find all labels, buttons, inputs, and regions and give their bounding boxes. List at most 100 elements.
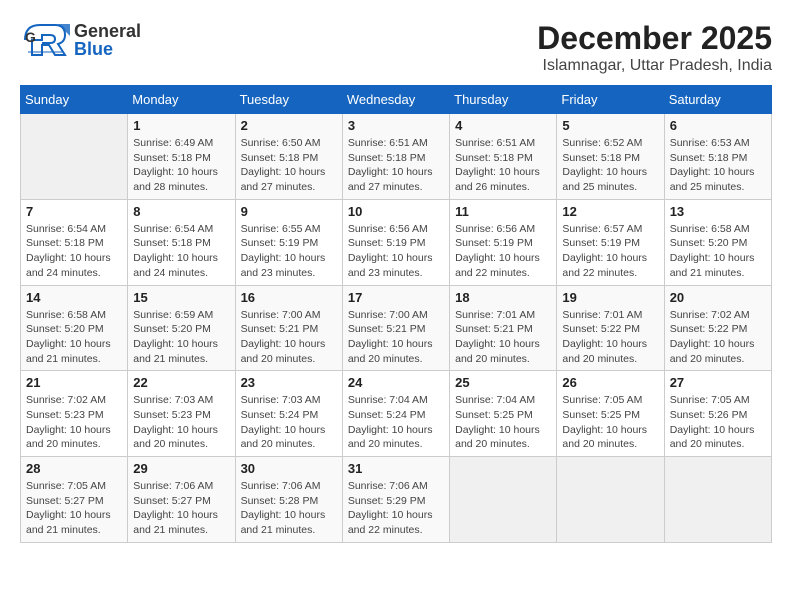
calendar-cell: 1 Sunrise: 6:49 AMSunset: 5:18 PMDaylight… xyxy=(128,114,235,200)
calendar-header: SundayMondayTuesdayWednesdayThursdayFrid… xyxy=(21,86,772,114)
day-number: 13 xyxy=(670,204,766,219)
week-row-5: 28Sunrise: 7:05 AMSunset: 5:27 PMDayligh… xyxy=(21,457,772,543)
calendar-cell: 28Sunrise: 7:05 AMSunset: 5:27 PMDayligh… xyxy=(21,457,128,543)
day-number: 15 xyxy=(133,290,229,305)
calendar-cell: 6 Sunrise: 6:53 AMSunset: 5:18 PMDaylight… xyxy=(664,114,771,200)
calendar-cell: 31Sunrise: 7:06 AMSunset: 5:29 PMDayligh… xyxy=(342,457,449,543)
calendar-cell: 30 Sunrise: 7:06 AMSunset: 5:28 PMDayligh… xyxy=(235,457,342,543)
title-block: December 2025 Islamnagar, Uttar Pradesh,… xyxy=(537,20,772,75)
calendar-cell: 23 Sunrise: 7:03 AMSunset: 5:24 PMDayligh… xyxy=(235,371,342,457)
logo-blue-text: Blue xyxy=(74,40,141,58)
calendar-cell: 24 Sunrise: 7:04 AMSunset: 5:24 PMDayligh… xyxy=(342,371,449,457)
day-info: Sunrise: 6:54 AMSunset: 5:18 PMDaylight:… xyxy=(26,222,122,281)
day-number: 14 xyxy=(26,290,122,305)
day-info: Sunrise: 7:03 AMSunset: 5:24 PMDaylight:… xyxy=(241,393,337,452)
week-row-1: 1 Sunrise: 6:49 AMSunset: 5:18 PMDaylight… xyxy=(21,114,772,200)
day-number: 31 xyxy=(348,461,444,476)
day-number: 2 xyxy=(241,118,337,133)
day-info: Sunrise: 6:51 AMSunset: 5:18 PMDaylight:… xyxy=(348,136,444,195)
calendar-cell: 12 Sunrise: 6:57 AMSunset: 5:19 PMDayligh… xyxy=(557,199,664,285)
calendar-cell: 7 Sunrise: 6:54 AMSunset: 5:18 PMDaylight… xyxy=(21,199,128,285)
calendar-cell: 10 Sunrise: 6:56 AMSunset: 5:19 PMDayligh… xyxy=(342,199,449,285)
calendar-cell: 8 Sunrise: 6:54 AMSunset: 5:18 PMDaylight… xyxy=(128,199,235,285)
day-info: Sunrise: 6:53 AMSunset: 5:18 PMDaylight:… xyxy=(670,136,766,195)
day-number: 12 xyxy=(562,204,658,219)
day-info: Sunrise: 6:57 AMSunset: 5:19 PMDaylight:… xyxy=(562,222,658,281)
header-day-thursday: Thursday xyxy=(450,86,557,114)
day-info: Sunrise: 7:00 AMSunset: 5:21 PMDaylight:… xyxy=(241,308,337,367)
header-day-tuesday: Tuesday xyxy=(235,86,342,114)
logo-icon: G xyxy=(20,20,70,60)
day-number: 1 xyxy=(133,118,229,133)
day-number: 4 xyxy=(455,118,551,133)
day-info: Sunrise: 7:06 AMSunset: 5:27 PMDaylight:… xyxy=(133,479,229,538)
day-info: Sunrise: 6:51 AMSunset: 5:18 PMDaylight:… xyxy=(455,136,551,195)
location-subtitle: Islamnagar, Uttar Pradesh, India xyxy=(537,57,772,75)
day-info: Sunrise: 7:02 AMSunset: 5:23 PMDaylight:… xyxy=(26,393,122,452)
calendar-cell: 19Sunrise: 7:01 AMSunset: 5:22 PMDayligh… xyxy=(557,285,664,371)
calendar-cell: 29 Sunrise: 7:06 AMSunset: 5:27 PMDayligh… xyxy=(128,457,235,543)
day-info: Sunrise: 6:56 AMSunset: 5:19 PMDaylight:… xyxy=(455,222,551,281)
day-number: 9 xyxy=(241,204,337,219)
day-info: Sunrise: 7:02 AMSunset: 5:22 PMDaylight:… xyxy=(670,308,766,367)
header-day-saturday: Saturday xyxy=(664,86,771,114)
svg-text:G: G xyxy=(25,29,36,45)
day-info: Sunrise: 7:04 AMSunset: 5:24 PMDaylight:… xyxy=(348,393,444,452)
calendar-cell: 5Sunrise: 6:52 AMSunset: 5:18 PMDaylight… xyxy=(557,114,664,200)
day-info: Sunrise: 6:52 AMSunset: 5:18 PMDaylight:… xyxy=(562,136,658,195)
calendar-cell: 13 Sunrise: 6:58 AMSunset: 5:20 PMDayligh… xyxy=(664,199,771,285)
day-info: Sunrise: 6:58 AMSunset: 5:20 PMDaylight:… xyxy=(670,222,766,281)
day-info: Sunrise: 6:50 AMSunset: 5:18 PMDaylight:… xyxy=(241,136,337,195)
day-number: 7 xyxy=(26,204,122,219)
calendar-table: SundayMondayTuesdayWednesdayThursdayFrid… xyxy=(20,85,772,543)
day-number: 6 xyxy=(670,118,766,133)
day-number: 22 xyxy=(133,375,229,390)
page-header: G General Blue December 2025 Islamnagar,… xyxy=(20,20,772,75)
calendar-cell: 9 Sunrise: 6:55 AMSunset: 5:19 PMDaylight… xyxy=(235,199,342,285)
logo: G General Blue xyxy=(20,20,141,60)
day-info: Sunrise: 7:01 AMSunset: 5:22 PMDaylight:… xyxy=(562,308,658,367)
month-year-title: December 2025 xyxy=(537,20,772,57)
day-number: 29 xyxy=(133,461,229,476)
calendar-cell: 22 Sunrise: 7:03 AMSunset: 5:23 PMDayligh… xyxy=(128,371,235,457)
calendar-cell: 3Sunrise: 6:51 AMSunset: 5:18 PMDaylight… xyxy=(342,114,449,200)
calendar-cell: 17 Sunrise: 7:00 AMSunset: 5:21 PMDayligh… xyxy=(342,285,449,371)
day-info: Sunrise: 6:54 AMSunset: 5:18 PMDaylight:… xyxy=(133,222,229,281)
day-number: 23 xyxy=(241,375,337,390)
week-row-4: 21Sunrise: 7:02 AMSunset: 5:23 PMDayligh… xyxy=(21,371,772,457)
day-info: Sunrise: 7:05 AMSunset: 5:26 PMDaylight:… xyxy=(670,393,766,452)
day-info: Sunrise: 7:01 AMSunset: 5:21 PMDaylight:… xyxy=(455,308,551,367)
calendar-cell: 27Sunrise: 7:05 AMSunset: 5:26 PMDayligh… xyxy=(664,371,771,457)
header-day-monday: Monday xyxy=(128,86,235,114)
week-row-2: 7 Sunrise: 6:54 AMSunset: 5:18 PMDaylight… xyxy=(21,199,772,285)
day-info: Sunrise: 7:04 AMSunset: 5:25 PMDaylight:… xyxy=(455,393,551,452)
calendar-cell xyxy=(664,457,771,543)
calendar-cell: 11 Sunrise: 6:56 AMSunset: 5:19 PMDayligh… xyxy=(450,199,557,285)
day-info: Sunrise: 6:55 AMSunset: 5:19 PMDaylight:… xyxy=(241,222,337,281)
day-number: 24 xyxy=(348,375,444,390)
day-info: Sunrise: 7:06 AMSunset: 5:28 PMDaylight:… xyxy=(241,479,337,538)
calendar-cell xyxy=(557,457,664,543)
day-info: Sunrise: 7:05 AMSunset: 5:25 PMDaylight:… xyxy=(562,393,658,452)
day-info: Sunrise: 7:05 AMSunset: 5:27 PMDaylight:… xyxy=(26,479,122,538)
calendar-cell: 18Sunrise: 7:01 AMSunset: 5:21 PMDayligh… xyxy=(450,285,557,371)
day-number: 20 xyxy=(670,290,766,305)
header-day-wednesday: Wednesday xyxy=(342,86,449,114)
day-number: 11 xyxy=(455,204,551,219)
calendar-body: 1 Sunrise: 6:49 AMSunset: 5:18 PMDaylight… xyxy=(21,114,772,543)
day-info: Sunrise: 6:58 AMSunset: 5:20 PMDaylight:… xyxy=(26,308,122,367)
day-number: 10 xyxy=(348,204,444,219)
calendar-cell: 4 Sunrise: 6:51 AMSunset: 5:18 PMDaylight… xyxy=(450,114,557,200)
day-info: Sunrise: 7:00 AMSunset: 5:21 PMDaylight:… xyxy=(348,308,444,367)
calendar-cell: 21Sunrise: 7:02 AMSunset: 5:23 PMDayligh… xyxy=(21,371,128,457)
calendar-cell xyxy=(450,457,557,543)
day-info: Sunrise: 7:03 AMSunset: 5:23 PMDaylight:… xyxy=(133,393,229,452)
calendar-cell: 20 Sunrise: 7:02 AMSunset: 5:22 PMDayligh… xyxy=(664,285,771,371)
day-number: 17 xyxy=(348,290,444,305)
day-number: 30 xyxy=(241,461,337,476)
day-info: Sunrise: 6:49 AMSunset: 5:18 PMDaylight:… xyxy=(133,136,229,195)
day-number: 8 xyxy=(133,204,229,219)
calendar-cell: 14 Sunrise: 6:58 AMSunset: 5:20 PMDayligh… xyxy=(21,285,128,371)
days-of-week-row: SundayMondayTuesdayWednesdayThursdayFrid… xyxy=(21,86,772,114)
day-info: Sunrise: 6:56 AMSunset: 5:19 PMDaylight:… xyxy=(348,222,444,281)
